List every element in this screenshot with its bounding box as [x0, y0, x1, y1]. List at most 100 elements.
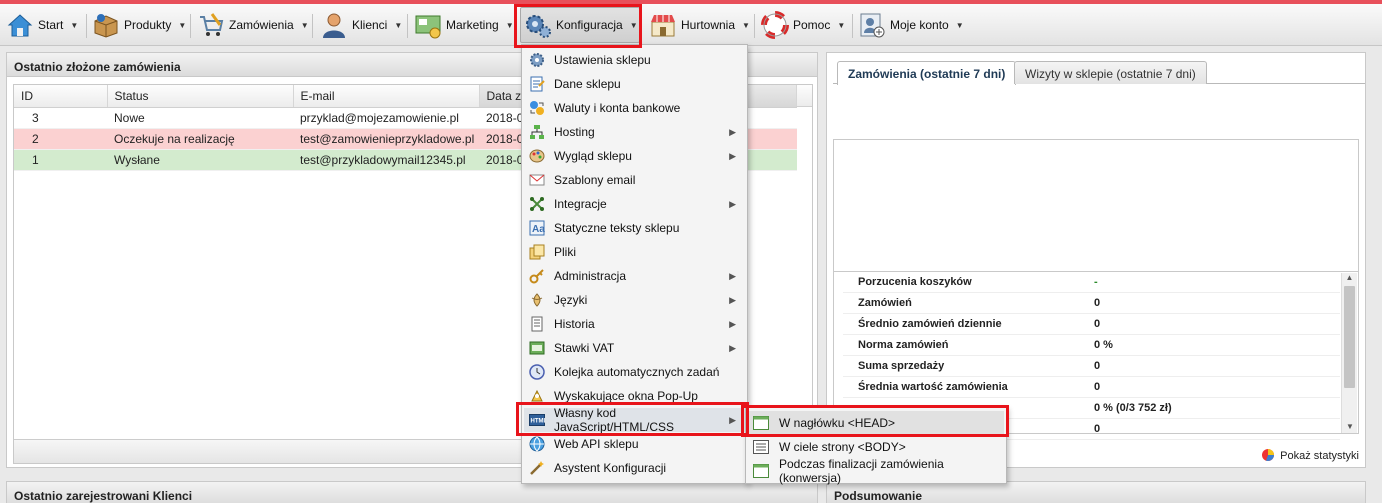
menu-pomoc-label: Pomoc — [793, 18, 831, 32]
stat-row: Suma sprzedaży 0 — [843, 356, 1340, 377]
key-icon — [529, 268, 545, 284]
stat-row: Norma zamówień 0 % — [843, 335, 1340, 356]
submenu-item-head[interactable]: W nagłówku <HEAD> — [748, 411, 1004, 435]
menu-hurtownia-label: Hurtownia — [681, 18, 736, 32]
stat-row: Zamówień 0 — [843, 293, 1340, 314]
toolbar-divider — [754, 14, 755, 38]
menu-item-dane-sklepu[interactable]: Dane sklepu — [524, 72, 745, 96]
menu-item-label: Wygląd sklepu — [554, 149, 632, 163]
warehouse-icon — [649, 11, 677, 39]
svg-text:HTML: HTML — [531, 419, 546, 425]
menu-item-label: Dane sklepu — [554, 77, 621, 91]
cell-email: przyklad@mojezamowienie.pl — [293, 107, 479, 129]
tab-orders-7-days[interactable]: Zamówienia (ostatnie 7 dni) — [837, 61, 1017, 85]
menu-item-web-api[interactable]: Web API sklepu — [524, 432, 745, 456]
files-icon — [529, 244, 545, 260]
menu-item-wyglad-sklepu[interactable]: Wygląd sklepu ▶ — [524, 144, 745, 168]
stat-label: Suma sprzedaży — [858, 360, 945, 372]
box-icon — [92, 11, 120, 39]
chevron-right-icon: ▶ — [729, 318, 736, 329]
menu-item-wlasny-kod[interactable]: HTML Własny kod JavaScript/HTML/CSS ▶ — [524, 406, 745, 434]
gears-icon — [524, 11, 552, 39]
submenu-item-label: Podczas finalizacji zamówienia (konwersj… — [779, 457, 944, 485]
menu-item-integracje[interactable]: Integracje ▶ — [524, 192, 745, 216]
cart-icon — [197, 11, 225, 39]
scrollbar-thumb[interactable] — [1344, 286, 1355, 388]
menu-produkty-label: Produkty — [124, 18, 172, 32]
cell-id: 3 — [14, 107, 107, 129]
show-stats-link[interactable]: Pokaż statystyki — [1280, 450, 1359, 462]
gear-icon — [529, 52, 545, 68]
stat-value: 0 — [1094, 360, 1101, 372]
account-icon — [858, 11, 886, 39]
lifebuoy-icon — [761, 11, 789, 39]
window-icon — [753, 464, 769, 478]
stat-label: Porzucenia koszyków — [858, 276, 972, 288]
main-toolbar: Start ▼ Produkty ▼ Zamówienia ▼ Klienci … — [0, 4, 1382, 46]
menu-start[interactable]: Start ▼ — [6, 7, 78, 43]
column-header-status[interactable]: Status — [107, 85, 294, 108]
menu-item-label: Integracje — [554, 197, 607, 211]
submenu-item-body[interactable]: W ciele strony <BODY> — [748, 435, 1004, 459]
chevron-down-icon: ▼ — [394, 20, 403, 30]
submenu-item-conversion[interactable]: Podczas finalizacji zamówienia (konwersj… — [748, 457, 1004, 485]
konfiguracja-dropdown: Ustawienia sklepu Dane sklepu Waluty i k… — [521, 44, 748, 484]
window-icon — [753, 416, 769, 430]
menu-item-label: Administracja — [554, 269, 627, 283]
menu-item-kolejka-zadan[interactable]: Kolejka automatycznych zadań — [524, 360, 745, 384]
tab-visits-7-days[interactable]: Wizyty w sklepie (ostatnie 7 dni) — [1014, 61, 1207, 84]
toolbar-divider — [407, 14, 408, 38]
menu-item-hosting[interactable]: Hosting ▶ — [524, 120, 745, 144]
menu-pomoc[interactable]: Pomoc ▼ — [761, 7, 845, 43]
toolbar-divider — [190, 14, 191, 38]
stat-label: Średnia wartość zamówienia — [858, 381, 1008, 393]
menu-item-asystent[interactable]: Asystent Konfiguracji — [524, 456, 745, 480]
clock-icon — [529, 364, 545, 380]
stat-value: 0 % (0/3 752 zł) — [1094, 402, 1172, 414]
stat-value[interactable]: - — [1094, 276, 1340, 288]
stat-value: 0 % — [1094, 339, 1113, 351]
menu-zamowienia[interactable]: Zamówienia ▼ — [197, 7, 309, 43]
column-header-email[interactable]: E-mail — [293, 85, 480, 108]
menu-hurtownia[interactable]: Hurtownia ▼ — [649, 7, 750, 43]
menu-item-stawki-vat[interactable]: Stawki VAT ▶ — [524, 336, 745, 360]
scroll-up-icon[interactable]: ▲ — [1342, 273, 1357, 282]
stat-value: 0 — [1094, 381, 1101, 393]
menu-item-popup[interactable]: Wyskakujące okna Pop-Up — [524, 384, 745, 408]
chevron-right-icon: ▶ — [729, 198, 736, 209]
stat-row: Porzucenia koszyków - — [843, 272, 1340, 293]
menu-marketing[interactable]: Marketing ▼ — [414, 7, 514, 43]
menu-konfiguracja[interactable]: Konfiguracja ▼ — [520, 7, 640, 43]
menu-item-label: Web API sklepu — [554, 437, 639, 451]
chevron-down-icon: ▼ — [300, 20, 309, 30]
menu-item-waluty[interactable]: Waluty i konta bankowe — [524, 96, 745, 120]
chevron-right-icon: ▶ — [729, 342, 736, 353]
cell-id: 2 — [14, 128, 107, 150]
column-header-id[interactable]: ID — [14, 85, 108, 108]
menu-item-label: Historia — [554, 317, 595, 331]
recent-clients-panel: Ostatnio zarejestrowani Klienci — [6, 481, 818, 503]
menu-item-jezyki[interactable]: Języki ▶ — [524, 288, 745, 312]
api-icon — [529, 436, 545, 452]
chevron-down-icon: ▼ — [505, 20, 514, 30]
cell-email: test@zamowienieprzykladowe.pl — [293, 128, 479, 150]
stats-scrollbar[interactable]: ▲ ▼ — [1341, 273, 1357, 433]
email-template-icon — [529, 172, 545, 188]
menu-item-ustawienia-sklepu[interactable]: Ustawienia sklepu — [524, 48, 745, 72]
toolbar-divider — [86, 14, 87, 38]
menu-item-pliki[interactable]: Pliki — [524, 240, 745, 264]
menu-item-administracja[interactable]: Administracja ▶ — [524, 264, 745, 288]
menu-klienci[interactable]: Klienci ▼ — [320, 7, 402, 43]
menu-item-label: Waluty i konta bankowe — [554, 101, 681, 115]
chevron-right-icon: ▶ — [729, 150, 736, 161]
menu-item-historia[interactable]: Historia ▶ — [524, 312, 745, 336]
chevron-down-icon: ▼ — [178, 20, 187, 30]
scroll-down-icon[interactable]: ▼ — [1342, 422, 1358, 431]
menu-item-szablony-email[interactable]: Szablony email — [524, 168, 745, 192]
menu-produkty[interactable]: Produkty ▼ — [92, 7, 186, 43]
menu-moje-konto[interactable]: Moje konto ▼ — [858, 7, 964, 43]
menu-item-statyczne-teksty[interactable]: Aa Statyczne teksty sklepu — [524, 216, 745, 240]
chevron-right-icon: ▶ — [729, 414, 736, 425]
menu-klienci-label: Klienci — [352, 18, 388, 32]
palette-icon — [529, 148, 545, 164]
